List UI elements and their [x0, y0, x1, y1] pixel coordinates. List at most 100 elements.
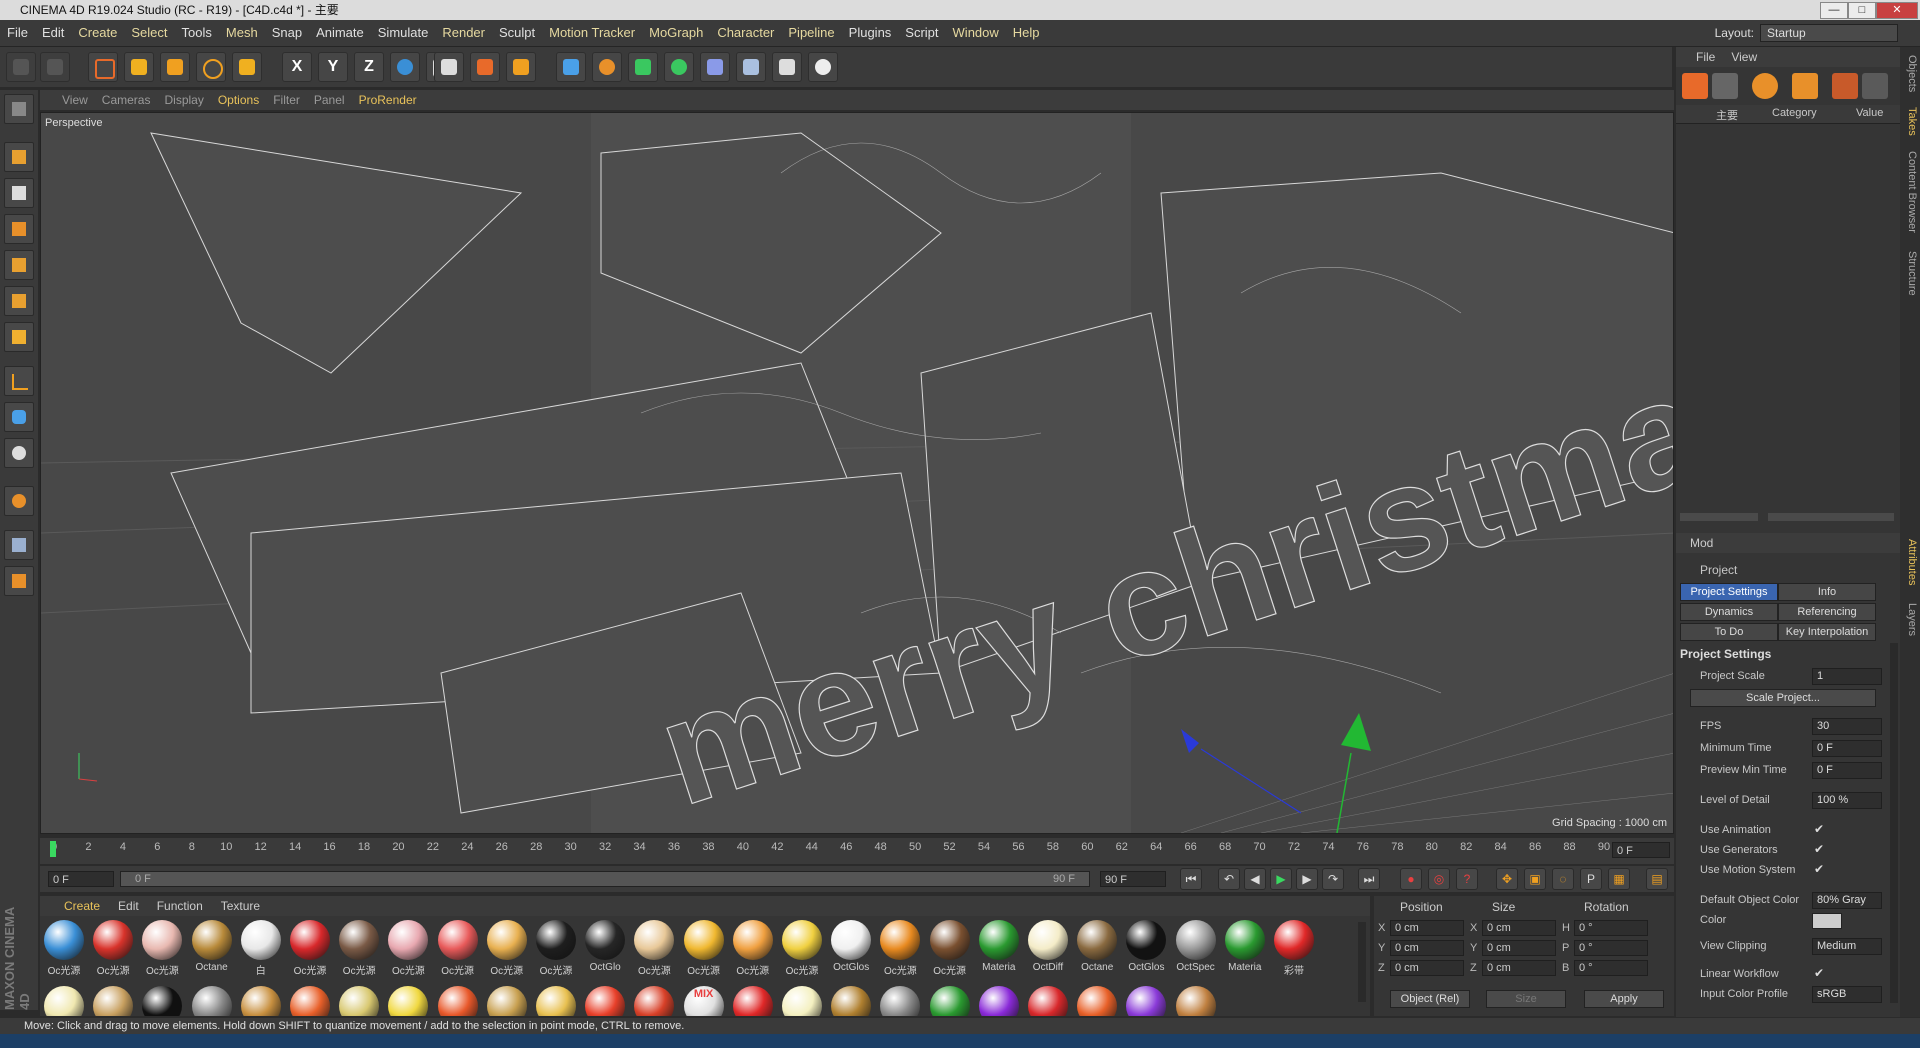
- material-swatch[interactable]: [978, 986, 1019, 1016]
- subdivision-icon[interactable]: [628, 52, 658, 82]
- side-tab-takes[interactable]: Takes: [1902, 107, 1918, 136]
- menu-edit[interactable]: Edit: [35, 20, 71, 46]
- side-tab-attributes[interactable]: Attributes: [1902, 539, 1918, 585]
- tab-to-do[interactable]: To Do: [1680, 623, 1778, 641]
- material-swatch[interactable]: MIX: [683, 986, 724, 1016]
- menu-script[interactable]: Script: [898, 20, 945, 46]
- material-scrollbar[interactable]: [1358, 922, 1366, 1002]
- menu-simulate[interactable]: Simulate: [371, 20, 436, 46]
- material-swatch[interactable]: [831, 986, 872, 1016]
- attr-menu-mode[interactable]: Mod: [1676, 533, 1721, 553]
- coord-mode-dropdown[interactable]: Object (Rel): [1390, 990, 1470, 1008]
- pen-spline-icon[interactable]: [592, 52, 622, 82]
- objects-hscroll-left[interactable]: [1680, 513, 1758, 521]
- tab-referencing[interactable]: Referencing: [1778, 603, 1876, 621]
- vp-menu-panel[interactable]: Panel: [307, 90, 352, 110]
- go-to-end-button[interactable]: ⏭: [1358, 868, 1380, 890]
- material-swatch[interactable]: [142, 986, 183, 1016]
- lod-field[interactable]: 100 %: [1812, 792, 1882, 809]
- material-swatch[interactable]: [240, 986, 281, 1016]
- vp-menu-options[interactable]: Options: [211, 90, 266, 110]
- side-tab-content-browser[interactable]: Content Browser: [1902, 151, 1918, 233]
- material-swatch[interactable]: [536, 986, 576, 1016]
- material-swatch[interactable]: Oc光源: [876, 918, 922, 977]
- take-override-icon[interactable]: [1752, 73, 1778, 99]
- move-tool-icon[interactable]: [124, 52, 154, 82]
- rot-p-field[interactable]: 0 °: [1574, 940, 1648, 956]
- obj-menu-file[interactable]: File: [1676, 47, 1723, 67]
- take-clone-icon[interactable]: [1712, 73, 1738, 99]
- close-button[interactable]: ✕: [1876, 2, 1918, 19]
- material-swatch[interactable]: [1077, 986, 1118, 1016]
- undo-button[interactable]: [6, 52, 36, 82]
- view-clipping-dropdown[interactable]: Medium: [1812, 938, 1882, 955]
- record-active-objects-button[interactable]: ●: [1400, 868, 1422, 890]
- menu-character[interactable]: Character: [710, 20, 781, 46]
- material-swatch[interactable]: Oc光源: [483, 918, 529, 977]
- make-editable-icon[interactable]: [4, 94, 34, 124]
- polygons-mode-icon[interactable]: [4, 322, 34, 352]
- material-swatch[interactable]: Oc光源: [40, 918, 86, 977]
- keyframe-selection-button[interactable]: ?: [1456, 868, 1478, 890]
- prev-frame-button[interactable]: ◀: [1244, 868, 1266, 890]
- edges-mode-icon[interactable]: [4, 286, 34, 316]
- texture-mode-icon[interactable]: [4, 178, 34, 208]
- y-axis-lock-icon[interactable]: Y: [318, 52, 348, 82]
- key-pla-button[interactable]: ▦: [1608, 868, 1630, 890]
- menu-pipeline[interactable]: Pipeline: [781, 20, 841, 46]
- autokey-button[interactable]: ◎: [1428, 868, 1450, 890]
- x-axis-lock-icon[interactable]: X: [282, 52, 312, 82]
- default-color-dropdown[interactable]: 80% Gray: [1812, 892, 1882, 909]
- menu-file[interactable]: File: [0, 20, 35, 46]
- current-frame-field[interactable]: 0 F: [1612, 842, 1670, 858]
- rot-h-field[interactable]: 0 °: [1574, 920, 1648, 936]
- tab-info[interactable]: Info: [1778, 583, 1876, 601]
- vp-menu-cameras[interactable]: Cameras: [95, 90, 158, 110]
- size-x-field[interactable]: 0 cm: [1482, 920, 1556, 936]
- material-swatch[interactable]: [1126, 986, 1167, 1016]
- take-render-icon[interactable]: [1832, 73, 1858, 99]
- menu-motion-tracker[interactable]: Motion Tracker: [542, 20, 642, 46]
- take-lock-icon[interactable]: [1862, 73, 1888, 99]
- menu-animate[interactable]: Animate: [309, 20, 371, 46]
- material-swatch[interactable]: [880, 986, 921, 1016]
- objects-hscroll-right[interactable]: [1768, 513, 1894, 521]
- material-swatch[interactable]: Materia: [1221, 918, 1267, 976]
- material-swatch[interactable]: Oc光源: [926, 918, 972, 977]
- pos-y-field[interactable]: 0 cm: [1390, 940, 1464, 956]
- play-button[interactable]: ▶: [1270, 868, 1292, 890]
- project-scale-field[interactable]: 1: [1812, 668, 1882, 685]
- layout-selector[interactable]: Layout: Startup: [1715, 24, 1898, 42]
- side-tab-objects[interactable]: Objects: [1902, 55, 1918, 92]
- redo-button[interactable]: [40, 52, 70, 82]
- vp-menu-display[interactable]: Display: [157, 90, 210, 110]
- vp-menu-prorender[interactable]: ProRender: [352, 90, 424, 110]
- material-swatch[interactable]: Oc光源: [89, 918, 135, 977]
- material-swatch[interactable]: Oc光源: [729, 918, 775, 977]
- z-axis-lock-icon[interactable]: Z: [354, 52, 384, 82]
- material-swatch[interactable]: Oc光源: [680, 918, 726, 977]
- material-swatch[interactable]: [732, 986, 773, 1016]
- size-z-field[interactable]: 0 cm: [1482, 960, 1556, 976]
- menu-plugins[interactable]: Plugins: [842, 20, 899, 46]
- material-swatch[interactable]: Oc光源: [778, 918, 824, 977]
- timeline-playhead[interactable]: [50, 841, 56, 857]
- preview-min-field[interactable]: 0 F: [1812, 762, 1882, 779]
- menu-snap[interactable]: Snap: [265, 20, 309, 46]
- go-to-start-button[interactable]: ⏮: [1180, 868, 1202, 890]
- material-swatch[interactable]: [929, 986, 970, 1016]
- scale-project-button[interactable]: Scale Project...: [1690, 689, 1876, 707]
- axis-mode-icon[interactable]: [4, 366, 34, 396]
- material-swatch[interactable]: Oc光源: [630, 918, 676, 977]
- light-icon[interactable]: [808, 52, 838, 82]
- use-animation-checkbox[interactable]: ✔: [1814, 823, 1826, 835]
- material-swatch[interactable]: [388, 986, 429, 1016]
- workplane-icon[interactable]: [4, 214, 34, 244]
- side-tab-structure[interactable]: Structure: [1902, 251, 1918, 296]
- material-swatch[interactable]: [93, 986, 134, 1016]
- input-profile-dropdown[interactable]: sRGB: [1812, 986, 1882, 1003]
- tweak-mode-icon[interactable]: [4, 402, 34, 432]
- menu-tools[interactable]: Tools: [175, 20, 219, 46]
- material-swatch[interactable]: [1175, 986, 1216, 1016]
- material-swatch[interactable]: [437, 986, 478, 1016]
